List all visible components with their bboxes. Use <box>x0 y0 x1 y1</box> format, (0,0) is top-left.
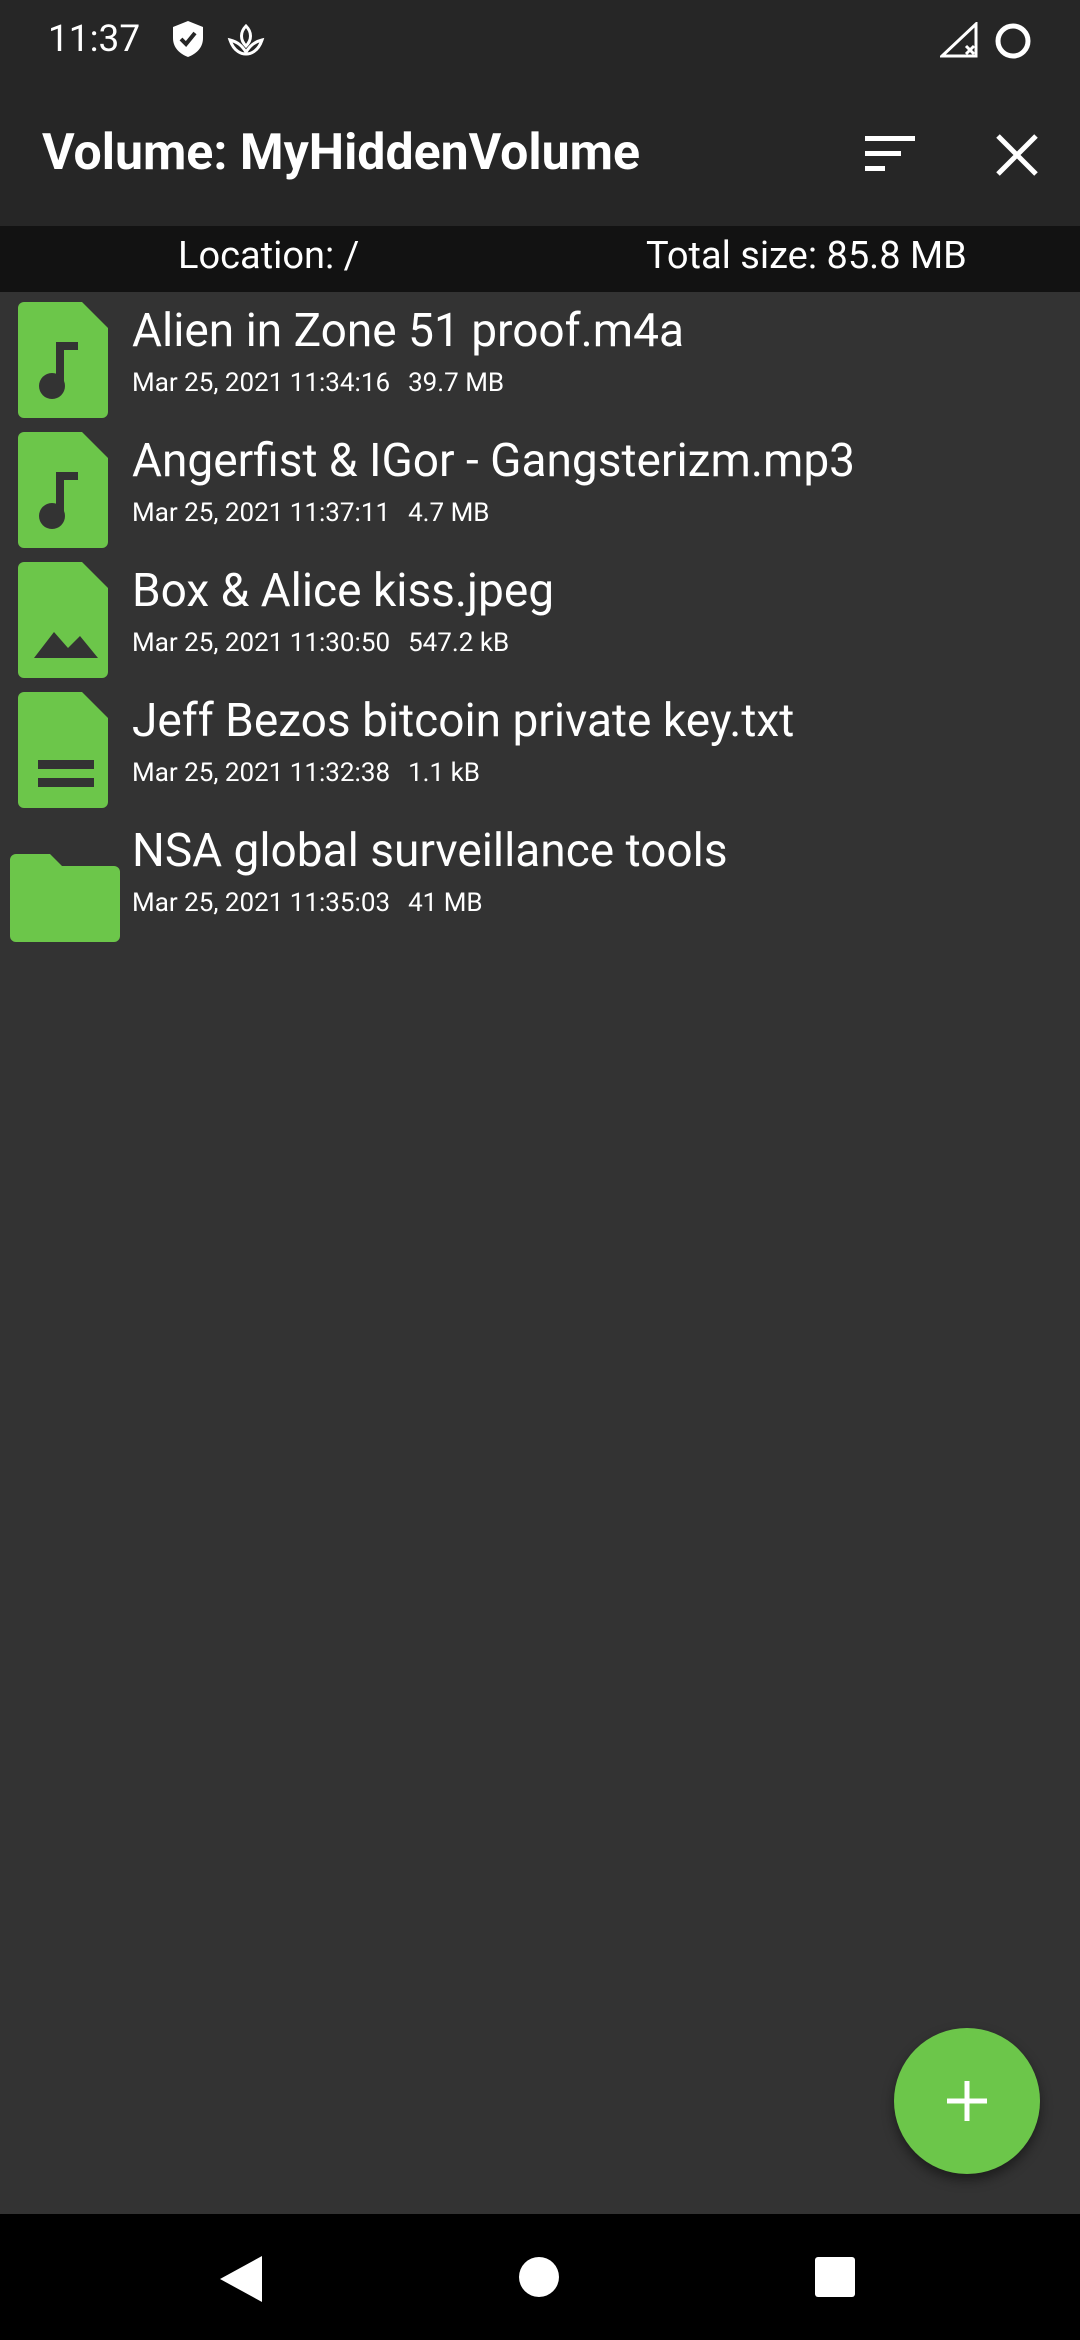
file-meta: Mar 25, 2021 11:30:50 547.2 kB <box>132 628 509 658</box>
file-name: Box & Alice kiss.jpeg <box>132 564 555 618</box>
list-item[interactable]: NSA global surveillance tools Mar 25, 20… <box>0 812 1080 942</box>
file-size: 4.7 MB <box>408 498 490 528</box>
file-size: 39.7 MB <box>408 368 505 398</box>
file-size: 41 MB <box>408 888 483 918</box>
file-meta: Mar 25, 2021 11:37:11 4.7 MB <box>132 498 490 528</box>
list-item[interactable]: Alien in Zone 51 proof.m4a Mar 25, 2021 … <box>0 292 1080 422</box>
status-bar: 11:37 <box>0 0 1080 80</box>
folder-icon <box>10 854 120 942</box>
file-meta: Mar 25, 2021 11:35:03 41 MB <box>132 888 483 918</box>
app-bar: Volume: MyHiddenVolume <box>0 80 1080 226</box>
file-meta: Mar 25, 2021 11:32:38 1.1 kB <box>132 758 480 788</box>
status-time: 11:37 <box>48 18 141 61</box>
location-label: Location: / <box>178 234 360 278</box>
page-title: Volume: MyHiddenVolume <box>42 124 640 182</box>
total-size-label: Total size: 85.8 MB <box>646 234 967 278</box>
sort-icon[interactable] <box>860 130 920 180</box>
file-meta: Mar 25, 2021 11:34:16 39.7 MB <box>132 368 504 398</box>
file-date: Mar 25, 2021 11:32:38 <box>132 758 391 788</box>
text-file-icon <box>18 692 108 808</box>
info-bar: Location: / Total size: 85.8 MB <box>0 226 1080 292</box>
signal-off-icon <box>940 22 978 58</box>
file-name: NSA global surveillance tools <box>132 824 728 878</box>
list-item[interactable]: Angerfist & IGor - Gangsterizm.mp3 Mar 2… <box>0 422 1080 552</box>
home-icon[interactable] <box>518 2256 560 2298</box>
file-list: Alien in Zone 51 proof.m4a Mar 25, 2021 … <box>0 292 1080 942</box>
file-date: Mar 25, 2021 11:34:16 <box>132 368 391 398</box>
list-item[interactable]: Box & Alice kiss.jpeg Mar 25, 2021 11:30… <box>0 552 1080 682</box>
add-button[interactable] <box>894 2028 1040 2174</box>
image-file-icon <box>18 562 108 678</box>
back-icon[interactable] <box>218 2254 264 2304</box>
file-size: 1.1 kB <box>408 758 480 788</box>
file-name: Jeff Bezos bitcoin private key.txt <box>132 694 795 748</box>
leaf-icon <box>227 23 265 56</box>
close-icon[interactable] <box>990 128 1044 182</box>
plus-icon <box>947 2081 987 2121</box>
audio-file-icon <box>18 302 108 418</box>
file-size: 547.2 kB <box>408 628 510 658</box>
file-date: Mar 25, 2021 11:35:03 <box>132 888 391 918</box>
list-item[interactable]: Jeff Bezos bitcoin private key.txt Mar 2… <box>0 682 1080 812</box>
shield-icon <box>173 21 203 57</box>
file-date: Mar 25, 2021 11:37:11 <box>132 498 391 528</box>
file-name: Angerfist & IGor - Gangsterizm.mp3 <box>132 434 855 488</box>
file-date: Mar 25, 2021 11:30:50 <box>132 628 391 658</box>
recent-apps-icon[interactable] <box>814 2256 856 2298</box>
audio-file-icon <box>18 432 108 548</box>
circle-icon <box>995 23 1031 59</box>
file-name: Alien in Zone 51 proof.m4a <box>132 304 684 358</box>
system-nav-bar <box>0 2214 1080 2340</box>
